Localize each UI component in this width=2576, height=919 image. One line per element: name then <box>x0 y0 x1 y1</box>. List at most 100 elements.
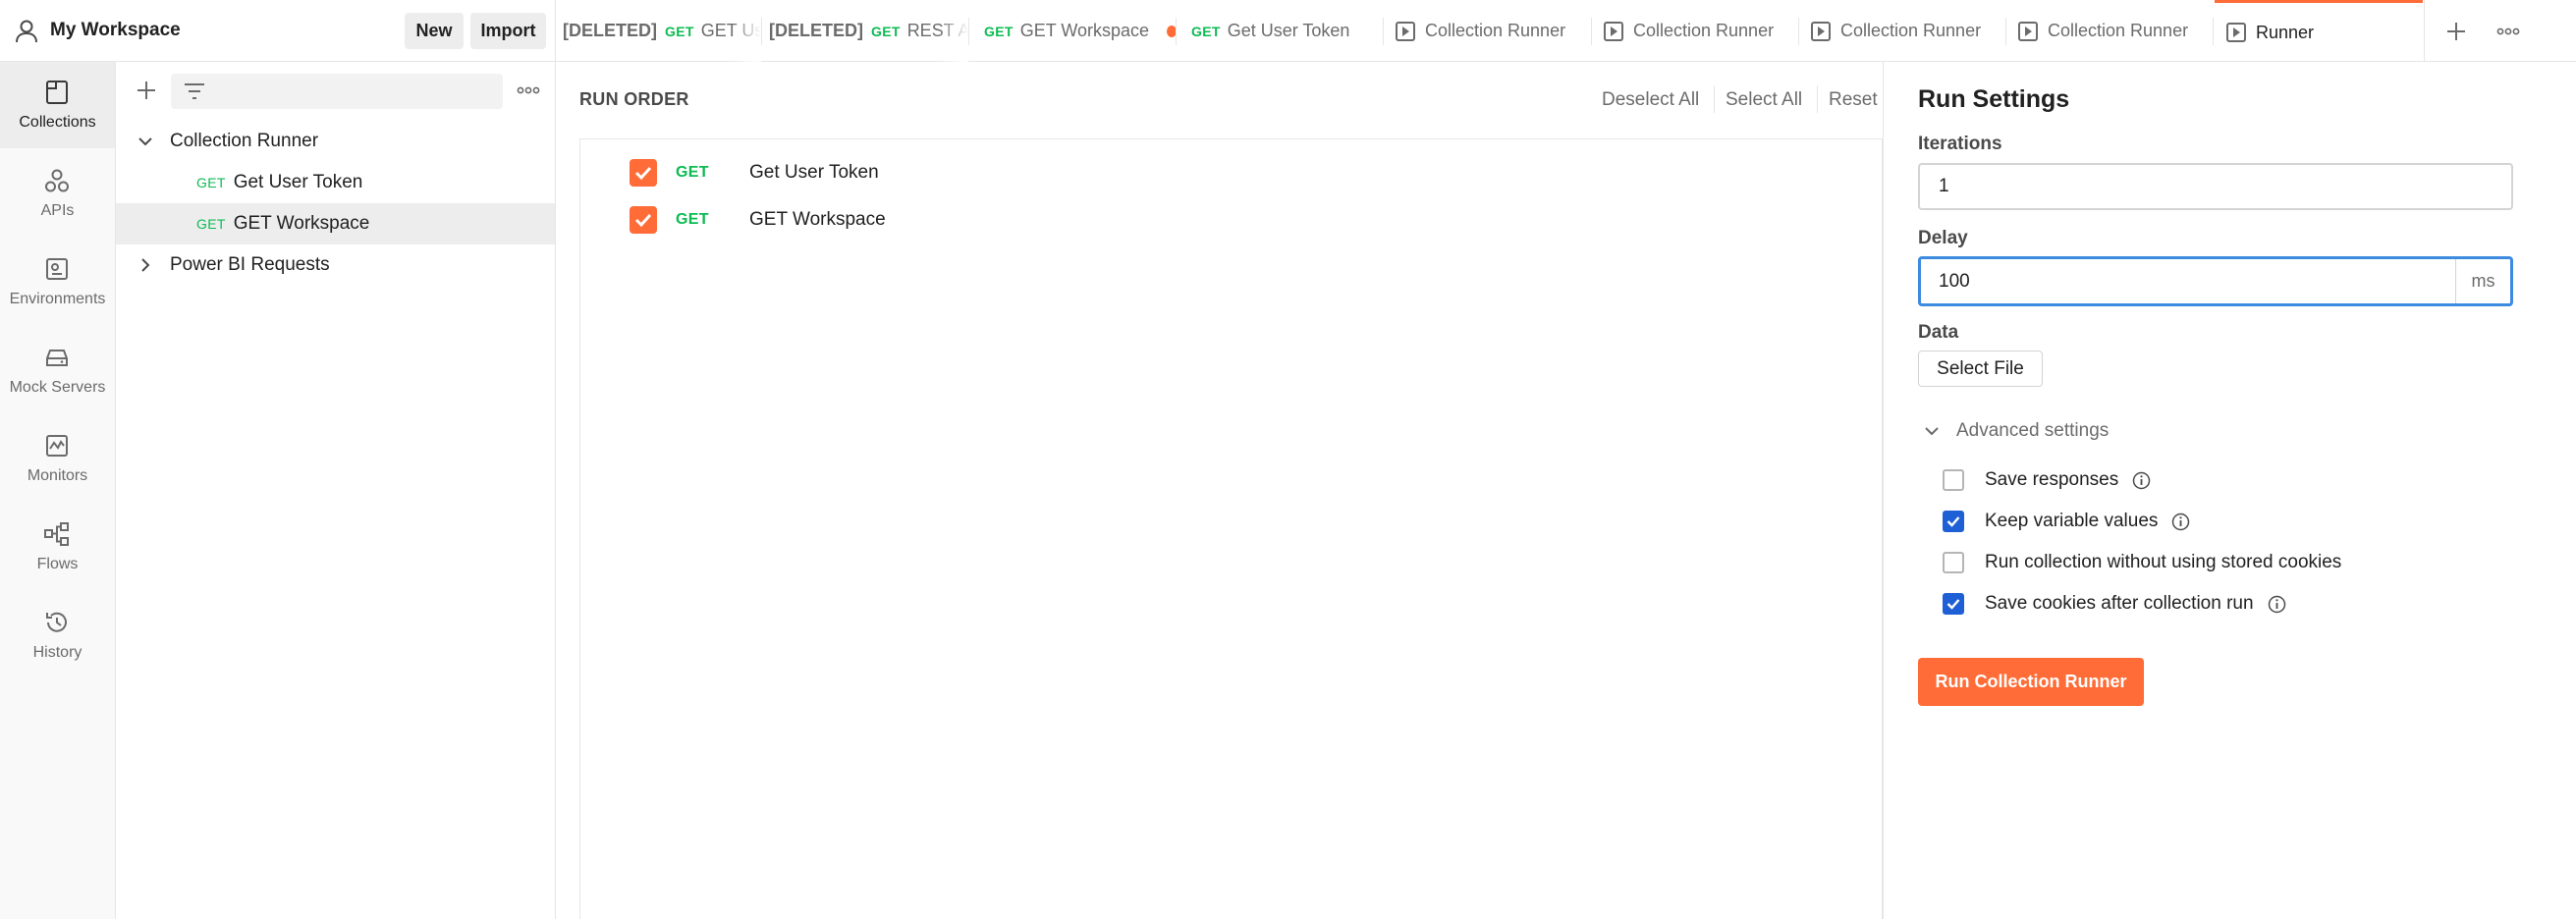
option-label: Run collection without using stored cook… <box>1985 552 2342 572</box>
info-icon[interactable] <box>2171 513 2190 531</box>
nav-environments[interactable]: Environments <box>0 239 115 325</box>
tab-deleted-get-user-token[interactable]: [DELETED] GET GET User Token <box>556 0 762 62</box>
data-label: Data <box>1918 322 1959 343</box>
tab-method: GET <box>871 23 901 39</box>
option-label: Save cookies after collection run <box>1985 593 2254 614</box>
iterations-value: 1 <box>1939 176 1949 196</box>
info-icon[interactable] <box>2268 595 2286 614</box>
save-responses-checkbox[interactable] <box>1943 469 1964 491</box>
tab-label: GET Workspace <box>1019 21 1150 40</box>
nav-label: APIs <box>40 202 75 219</box>
tab-get-user-token[interactable]: GET Get User Token <box>1177 0 1384 62</box>
run-collection-button[interactable]: Run Collection Runner <box>1918 658 2144 706</box>
tab-label: Get User Token <box>1227 21 1350 40</box>
option-run-without-stored-cookies[interactable]: Run collection without using stored cook… <box>1943 548 2341 577</box>
sidebar-search-input[interactable] <box>171 74 503 109</box>
add-collection-plus-icon[interactable] <box>132 76 161 105</box>
tab-label: Collection Runner <box>1633 21 1775 40</box>
checkmark-icon <box>1946 599 1960 610</box>
tree-request-get-workspace[interactable]: GET GET Workspace <box>116 203 555 244</box>
apis-icon <box>45 169 69 192</box>
request-checkbox[interactable] <box>630 159 657 187</box>
runner-icon <box>2018 21 2038 41</box>
new-tab-plus-icon[interactable] <box>2442 18 2470 45</box>
monitors-icon <box>46 435 68 457</box>
tree-method: GET <box>196 216 226 232</box>
nav-monitors[interactable]: Monitors <box>0 415 115 502</box>
user-icon[interactable] <box>14 19 39 44</box>
tab-collection-runner-1[interactable]: Collection Runner <box>1384 0 1592 62</box>
option-label: Keep variable values <box>1985 511 2159 531</box>
iterations-label: Iterations <box>1918 134 2002 154</box>
sidebar-more-icon[interactable] <box>514 76 543 105</box>
nav-label: Monitors <box>27 467 88 484</box>
filter-icon[interactable] <box>183 81 206 101</box>
runner-icon <box>1811 21 1831 41</box>
left-nav: Collections APIs Environments Mock Serve… <box>0 62 116 919</box>
checkmark-icon <box>634 213 652 228</box>
tab-label: Collection Runner <box>1840 21 1982 40</box>
nav-mock-servers[interactable]: Mock Servers <box>0 327 115 413</box>
option-keep-variable-values[interactable]: Keep variable values <box>1943 507 2190 536</box>
nav-label: Mock Servers <box>9 379 106 396</box>
tree-power-bi-requests[interactable]: Power BI Requests <box>116 244 555 286</box>
option-save-responses[interactable]: Save responses <box>1943 465 2151 495</box>
tree-request-get-user-token[interactable]: GET Get User Token <box>116 162 555 203</box>
request-method: GET <box>676 164 709 181</box>
tab-method: GET <box>1191 23 1221 39</box>
runner-icon <box>2226 23 2246 42</box>
tab-runner[interactable]: Runner <box>2215 0 2423 62</box>
delay-value: 100 <box>1939 270 1970 292</box>
nav-apis[interactable]: APIs <box>0 150 115 237</box>
save-cookies-checkbox[interactable] <box>1943 593 1964 615</box>
tree-method: GET <box>196 175 226 190</box>
import-button[interactable]: Import <box>470 13 546 49</box>
collections-icon <box>46 81 68 104</box>
tab-collection-runner-3[interactable]: Collection Runner <box>1799 0 2006 62</box>
run-settings-title: Run Settings <box>1918 85 2070 113</box>
environments-icon <box>46 258 68 280</box>
request-name: Get User Token <box>749 162 879 183</box>
select-all-link[interactable]: Select All <box>1726 89 1802 111</box>
chevron-right-icon[interactable] <box>137 256 154 274</box>
request-checkbox[interactable] <box>630 206 657 234</box>
delay-input[interactable]: 100 ms <box>1918 256 2513 306</box>
checkmark-icon <box>1946 516 1960 527</box>
nav-label: Flows <box>36 556 79 572</box>
run-without-cookies-checkbox[interactable] <box>1943 552 1964 573</box>
checkmark-icon <box>634 166 652 181</box>
nav-collections[interactable]: Collections <box>0 62 115 148</box>
mock-servers-icon <box>46 350 68 366</box>
info-icon[interactable] <box>2132 471 2151 490</box>
tab-collection-runner-4[interactable]: Collection Runner <box>2006 0 2214 62</box>
new-button[interactable]: New <box>405 13 464 49</box>
advanced-settings-toggle[interactable]: Advanced settings <box>1923 420 2109 442</box>
deselect-all-link[interactable]: Deselect All <box>1602 89 1699 111</box>
select-file-button[interactable]: Select File <box>1918 351 2043 387</box>
chevron-down-icon <box>1925 427 1939 436</box>
keep-variable-values-checkbox[interactable] <box>1943 511 1964 532</box>
tab-get-workspace[interactable]: GET GET Workspace <box>969 0 1177 62</box>
reset-link[interactable]: Reset <box>1829 89 1878 111</box>
tab-options-more-icon[interactable] <box>2494 18 2522 45</box>
top-bar: My Workspace New Import [DELETED] GET GE… <box>0 0 2576 62</box>
run-settings-panel: Run Settings Iterations 1 Delay 100 ms D… <box>1883 62 2576 919</box>
workspace-header: My Workspace New Import <box>0 0 556 62</box>
tab-method: GET <box>665 23 694 39</box>
tree-collection-runner[interactable]: Collection Runner <box>116 121 555 162</box>
nav-history[interactable]: History <box>0 592 115 678</box>
history-icon <box>46 612 67 632</box>
chevron-down-icon[interactable] <box>137 133 154 150</box>
tree-request-label: Get User Token <box>233 172 363 192</box>
tab-collection-runner-2[interactable]: Collection Runner <box>1592 0 1799 62</box>
tab-deleted-rest-api[interactable]: [DELETED] GET REST API <box>762 0 969 62</box>
option-save-cookies-after-run[interactable]: Save cookies after collection run <box>1943 589 2286 619</box>
iterations-input[interactable]: 1 <box>1918 163 2513 210</box>
workspace-title[interactable]: My Workspace <box>50 20 181 41</box>
tab-deleted-label: [DELETED] <box>563 21 657 40</box>
run-order-item[interactable]: GET Get User Token <box>580 153 1882 192</box>
nav-flows[interactable]: Flows <box>0 504 115 590</box>
run-order-panel: RUN ORDER Deselect All Select All Reset … <box>556 62 1883 919</box>
runner-icon <box>1396 21 1415 41</box>
run-order-item[interactable]: GET GET Workspace <box>580 200 1882 240</box>
